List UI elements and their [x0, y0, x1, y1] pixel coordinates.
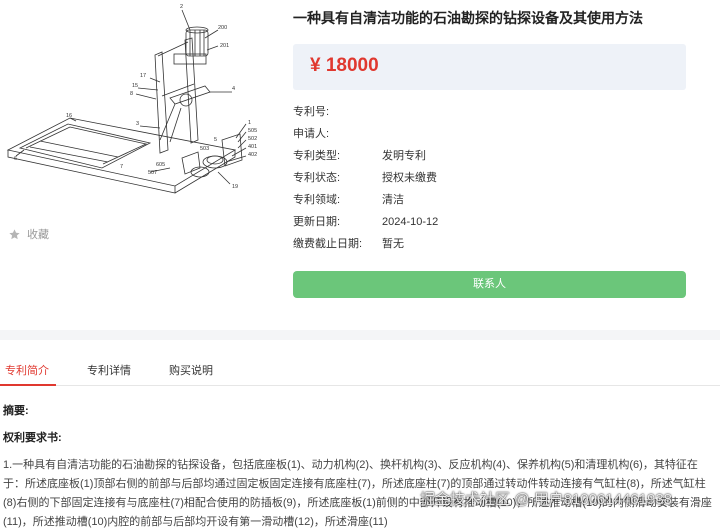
info-value: 发明专利 [382, 150, 426, 162]
info-label: 专利类型: [293, 150, 341, 162]
claims-heading: 权利要求书: [3, 432, 62, 444]
info-value: 暂无 [382, 238, 404, 250]
favorite-button[interactable]: 收藏 [8, 226, 49, 242]
abstract-heading: 摘要: [3, 405, 29, 417]
tab-purchase-notes[interactable]: 购买说明 [169, 362, 213, 378]
info-label: 缴费截止日期: [293, 238, 363, 250]
tab-patent-summary[interactable]: 专利简介 [5, 362, 49, 378]
info-label: 专利状态: [293, 172, 341, 184]
info-label: 更新日期: [293, 216, 341, 228]
figure-reference-label: 4 [232, 86, 235, 92]
patent-drawing-image[interactable]: 2 200 201 17 15 8 4 3 16 1 505 502 401 402 5 503 507 605 1… [0, 0, 270, 210]
figure-reference-label: 16 [66, 113, 72, 119]
favorite-label: 收藏 [27, 229, 49, 241]
figure-reference-label: 5 [214, 137, 217, 143]
figure-reference-label: 507 [148, 170, 157, 176]
patent-content: 摘要: 权利要求书: 1.一种具有自清洁功能的石油勘探的钻探设备，包括底座板(1… [3, 404, 713, 528]
section-divider [0, 330, 720, 340]
info-label: 专利领域: [293, 194, 341, 206]
info-label: 专利号: [293, 106, 330, 118]
contact-button[interactable]: 联系人 [293, 271, 686, 298]
price-panel: ¥ 18000 [293, 44, 686, 90]
figure-reference-label: 505 [248, 128, 257, 134]
info-value: 2024-10-12 [382, 216, 439, 228]
figure-reference-label: 15 [132, 83, 138, 89]
figure-reference-label: 401 [248, 144, 257, 150]
claims-text: 1.一种具有自清洁功能的石油勘探的钻探设备，包括底座板(1)、动力机构(2)、换… [3, 459, 712, 528]
figure-reference-label: 402 [248, 152, 257, 158]
figure-reference-label: 200 [218, 25, 227, 31]
info-value: 清洁 [382, 194, 404, 206]
detail-tabs: 专利简介 专利详情 购买说明 [0, 340, 720, 386]
price-value: ¥ 18000 [310, 55, 379, 76]
figure-reference-label: 201 [220, 43, 229, 49]
figure-reference-label: 19 [232, 184, 238, 190]
figure-reference-label: 8 [130, 91, 133, 97]
info-value: 授权未缴费 [382, 172, 437, 184]
figure-reference-label: 6 [14, 156, 17, 162]
star-icon [9, 228, 20, 239]
active-tab-indicator [0, 384, 56, 386]
figure-reference-label: 2 [180, 4, 183, 10]
figure-reference-label: 1 [248, 120, 251, 126]
patent-drawing-svg: 2 200 201 1715 8 4 3 16 1 505 502 401 402 5 503 507 605 1… [6, 4, 257, 194]
patent-title: 一种具有自清洁功能的石油勘探的钻探设备及其使用方法 [293, 10, 643, 26]
info-label: 申请人: [293, 128, 330, 140]
figure-reference-label: 502 [248, 136, 257, 142]
figure-reference-label: 605 [156, 162, 165, 168]
tab-patent-details[interactable]: 专利详情 [87, 362, 131, 378]
figure-reference-label: 17 [140, 73, 146, 79]
figure-reference-label: 7 [120, 164, 123, 170]
figure-reference-label: 503 [200, 146, 209, 152]
figure-reference-label: 3 [136, 121, 139, 127]
